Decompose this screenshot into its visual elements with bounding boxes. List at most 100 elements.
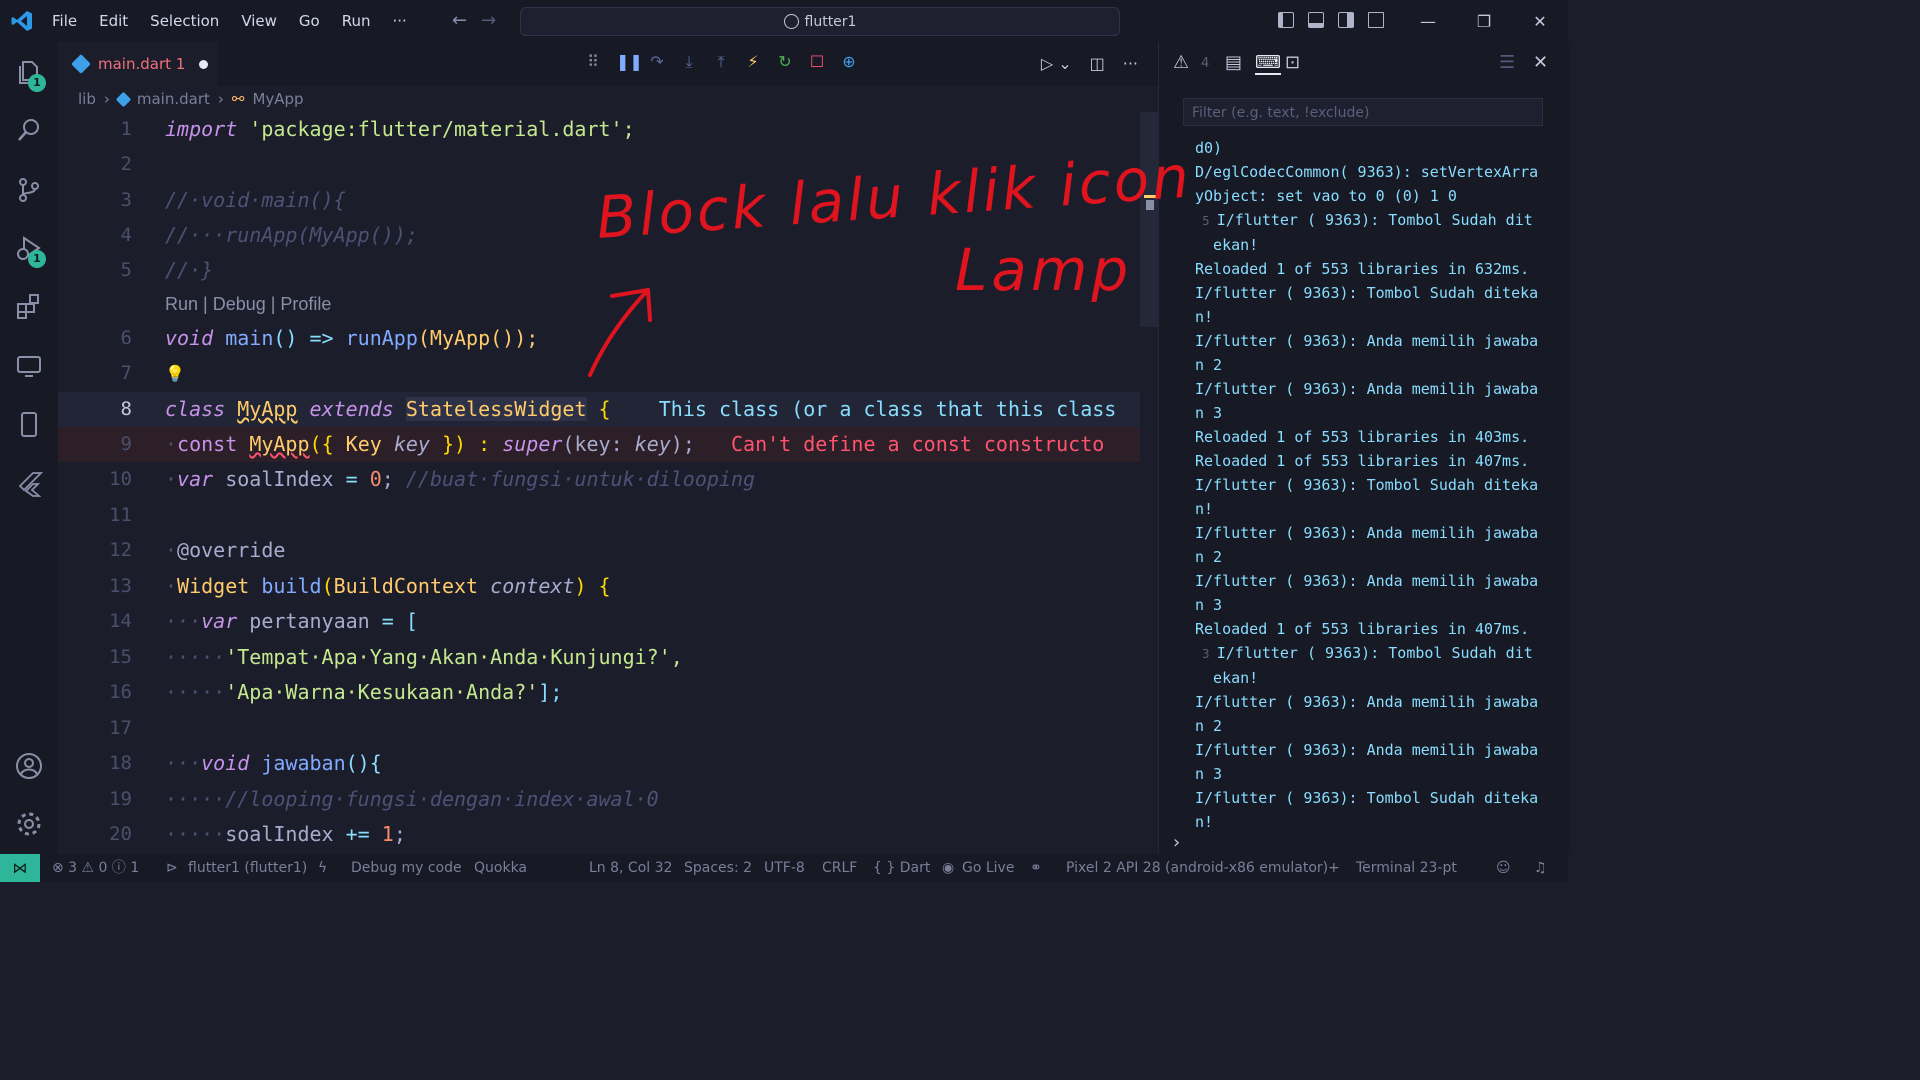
command-center-search[interactable]: flutter1 <box>520 7 1120 36</box>
split-editor-icon[interactable]: ◫ <box>1090 54 1105 73</box>
activity-bar: 1 1 <box>0 42 58 854</box>
toggle-primary-sidebar-icon[interactable] <box>1278 12 1294 28</box>
console-line-text: Reloaded 1 of 553 libraries in 632ms. <box>1195 260 1530 278</box>
breadcrumb-symbol[interactable]: MyApp <box>252 90 303 108</box>
settings-gear-icon[interactable] <box>15 810 43 838</box>
run-button-icon[interactable]: ▷ ⌄ <box>1041 54 1072 73</box>
status-cursor-position[interactable]: Ln 8, Col 32 <box>589 854 672 882</box>
console-line-text: I/flutter ( 9363): Anda memilih jawaba <box>1195 524 1539 542</box>
code-line-error: 9 ·const MyApp({ Key key }) : super(key:… <box>58 427 1158 462</box>
menu-go[interactable]: Go <box>299 12 320 30</box>
menu-more[interactable]: ··· <box>393 12 407 30</box>
console-line: n 3 <box>1195 762 1565 786</box>
status-language[interactable]: { } Dart <box>873 854 930 882</box>
console-line: n! <box>1195 497 1565 521</box>
editor-scrollbar[interactable] <box>1140 112 1158 852</box>
restore-window-button[interactable]: ❐ <box>1456 12 1512 31</box>
lightning-icon: ϟ <box>318 860 328 876</box>
status-indentation[interactable]: Spaces: 2 <box>684 854 752 882</box>
feedback-icon[interactable]: ☺ <box>1496 854 1511 882</box>
flutter-inspector-icon[interactable]: ⊕ <box>840 52 858 72</box>
toggle-panel-icon[interactable] <box>1308 12 1324 28</box>
minimize-window-button[interactable]: — <box>1400 12 1456 31</box>
terminal-icon[interactable]: ⊡ <box>1285 52 1300 73</box>
status-problems[interactable]: ⊗ 3 ⚠ 0 ⓘ 1 <box>52 854 139 882</box>
status-encoding[interactable]: UTF-8 <box>764 854 805 882</box>
step-into-icon[interactable]: ⤓ <box>680 52 698 72</box>
console-line: n 2 <box>1195 545 1565 569</box>
remote-indicator-icon[interactable]: ⋈ <box>0 854 40 882</box>
repeat-count-badge: 5 <box>1195 214 1217 228</box>
account-icon[interactable] <box>15 752 43 780</box>
console-line-text: I/flutter ( 9363): Anda memilih jawaba <box>1195 332 1539 350</box>
search-icon[interactable] <box>15 116 43 144</box>
problems-warning-icon[interactable]: ⚠ <box>1173 52 1189 73</box>
menu-file[interactable]: File <box>52 12 77 30</box>
console-line: 3 I/flutter ( 9363): Tombol Sudah dit <box>1195 641 1565 666</box>
console-line: I/flutter ( 9363): Anda memilih jawaba <box>1195 329 1565 353</box>
output-icon[interactable]: ▤ <box>1225 52 1242 73</box>
status-debug-my-code[interactable]: Debug my code <box>351 854 462 882</box>
status-device[interactable]: Pixel 2 API 28 (android-x86 emulator) <box>1066 854 1328 882</box>
lightbulb-icon[interactable]: 💡 <box>165 356 185 391</box>
extensions-icon[interactable] <box>15 292 43 320</box>
console-line: I/flutter ( 9363): Anda memilih jawaba <box>1195 377 1565 401</box>
clear-console-icon[interactable]: ☰ <box>1499 52 1515 73</box>
status-eol[interactable]: CRLF <box>822 854 857 882</box>
console-prompt-chevron-icon[interactable]: › <box>1173 832 1180 853</box>
step-over-icon[interactable]: ↷ <box>648 52 666 72</box>
console-line-text: n 2 <box>1195 717 1223 735</box>
console-line-text: I/flutter ( 9363): Anda memilih jawaba <box>1195 380 1539 398</box>
customize-layout-icon[interactable] <box>1368 12 1384 28</box>
repeat-count-badge: 3 <box>1195 647 1217 661</box>
remote-explorer-icon[interactable] <box>15 352 43 380</box>
console-line: n 3 <box>1195 593 1565 617</box>
notifications-bell-icon[interactable]: ♫ <box>1534 854 1547 882</box>
add-icon[interactable]: + <box>1328 854 1340 882</box>
close-panel-icon[interactable]: ✕ <box>1533 52 1548 73</box>
more-actions-icon[interactable]: ··· <box>1123 54 1138 73</box>
breadcrumb-file[interactable]: main.dart <box>137 90 210 108</box>
source-control-icon[interactable] <box>15 176 43 204</box>
status-go-live[interactable]: Go Live <box>962 854 1014 882</box>
code-line: 2 <box>120 153 132 175</box>
console-line: d0) <box>1195 136 1565 160</box>
menu-view[interactable]: View <box>241 12 277 30</box>
tab-main-dart[interactable]: main.dart 1 <box>58 42 218 86</box>
breadcrumb-folder[interactable]: lib <box>78 90 96 108</box>
console-line-text: n 3 <box>1195 404 1223 422</box>
step-out-icon[interactable]: ⤒ <box>712 52 730 72</box>
back-arrow-icon[interactable]: ← <box>452 10 467 31</box>
flutter-icon[interactable] <box>15 470 43 498</box>
menu-run[interactable]: Run <box>342 12 371 30</box>
dart-file-icon <box>115 91 132 107</box>
broadcast-icon: ◉ <box>942 860 955 876</box>
status-quokka[interactable]: Quokka <box>474 854 527 882</box>
hot-reload-icon[interactable]: ⚡ <box>744 52 762 72</box>
device-phone-icon[interactable] <box>15 410 43 438</box>
unsaved-dot-icon[interactable] <box>199 59 209 69</box>
drag-handle-icon[interactable]: ⠿ <box>584 52 602 72</box>
toggle-secondary-sidebar-icon[interactable] <box>1338 12 1354 28</box>
stop-icon[interactable]: ☐ <box>808 52 826 72</box>
console-line: ekan! <box>1195 666 1565 690</box>
console-line: n! <box>1195 305 1565 329</box>
hot-restart-icon[interactable]: ↻ <box>776 52 794 72</box>
code-line: 5 //·} <box>120 258 214 282</box>
console-output: d0) D/eglCodecCommon( 9363): setVertexArr… <box>1195 136 1565 834</box>
debug-console-icon[interactable]: ⌨ <box>1255 52 1281 75</box>
menu-edit[interactable]: Edit <box>99 12 128 30</box>
forward-arrow-icon[interactable]: → <box>481 10 496 31</box>
console-line: yObject: set vao to 0 (0) 1 0 <box>1195 184 1565 208</box>
pause-icon[interactable]: ❚❚ <box>616 52 643 72</box>
codelens-run-debug-profile[interactable]: Run | Debug | Profile <box>165 294 331 315</box>
code-line: 4 //···runApp(MyApp()); <box>120 223 418 247</box>
menu-selection[interactable]: Selection <box>150 12 219 30</box>
breadcrumb: lib › main.dart › ⚯ MyApp <box>78 90 304 108</box>
inline-diagnostic-error: Can't define a const constructo <box>731 432 1105 456</box>
close-window-button[interactable]: ✕ <box>1512 12 1568 31</box>
status-terminal-font[interactable]: Terminal 23-pt <box>1356 854 1457 882</box>
vscode-logo-icon <box>11 11 32 31</box>
status-debug-target[interactable]: flutter1 (flutter1) <box>188 854 307 882</box>
filter-input[interactable]: Filter (e.g. text, !exclude) <box>1183 98 1543 126</box>
